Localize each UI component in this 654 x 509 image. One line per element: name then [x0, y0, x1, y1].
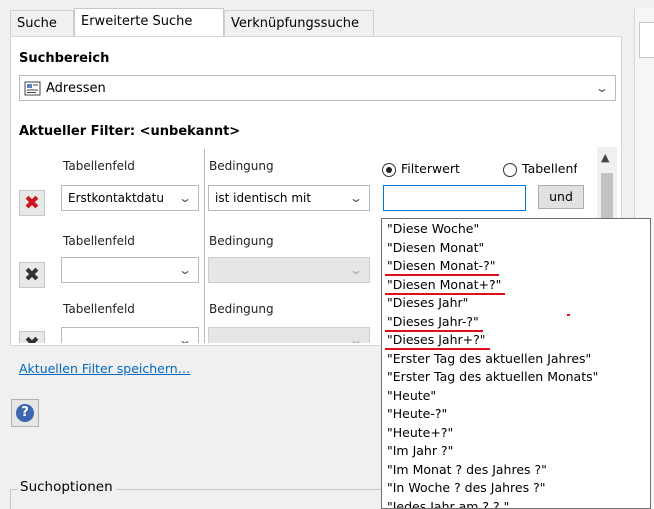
row3-delete-button[interactable]: ✖ [19, 331, 45, 343]
filterwert-label: Filterwert [401, 161, 460, 176]
row1-field-value: Erstkontaktdatu [68, 191, 164, 205]
row2-condition-select: ⌄ [208, 257, 370, 283]
suchbereich-select[interactable]: Adressen ⌄ [19, 75, 616, 101]
filter-value-dropdown[interactable]: "Diese Woche" "Diesen Monat" "Diesen Monat… [381, 218, 651, 509]
tab-label: Verknüpfungssuche [231, 16, 359, 31]
tab-label: Suche [17, 16, 57, 31]
row1-condition-value: ist identisch mit [215, 191, 312, 205]
chevron-down-icon: ⌄ [348, 333, 364, 343]
right-panel-box [639, 22, 654, 58]
row2-condition-label: Bedingung [209, 234, 274, 248]
dropdown-item[interactable]: "Heute-?" [387, 406, 447, 421]
row3-condition-label: Bedingung [209, 302, 274, 316]
tab-verknuepfungssuche[interactable]: Verknüpfungssuche [224, 10, 374, 36]
row2-field-select[interactable]: ⌄ [61, 257, 199, 283]
dropdown-item[interactable]: "Heute+?" [387, 425, 453, 440]
close-x-icon: ✖ [24, 333, 40, 343]
dropdown-item[interactable]: "Dieses Jahr-?" [387, 314, 479, 329]
row2-field-label: Tabellenfeld [63, 234, 135, 248]
scrollbar-thumb[interactable] [601, 173, 613, 219]
tabellenfeld-label: Tabellenfe [522, 161, 577, 176]
dropdown-item[interactable]: "Diesen Monat" [387, 240, 484, 255]
row3-field-label: Tabellenfeld [63, 302, 135, 316]
dropdown-item[interactable]: "Diesen Monat-?" [387, 258, 495, 273]
filterwert-radio[interactable] [382, 163, 396, 177]
row1-field-label: Tabellenfeld [63, 159, 135, 173]
und-button[interactable]: und [538, 185, 584, 209]
row1-condition-label: Bedingung [209, 159, 274, 173]
row3-field-select[interactable]: ⌄ [61, 327, 199, 343]
help-button[interactable]: ? [11, 399, 39, 427]
chevron-down-icon: ⌄ [177, 333, 193, 343]
chevron-down-icon: ⌄ [348, 263, 364, 277]
column-divider [204, 149, 205, 343]
und-button-label: und [549, 189, 573, 204]
row1-field-select[interactable]: Erstkontaktdatu ⌄ [61, 185, 199, 211]
help-icon: ? [16, 404, 34, 422]
dropdown-item[interactable]: "Erster Tag des aktuellen Monats" [387, 369, 598, 384]
annotation-dot [567, 314, 570, 316]
suchbereich-label: Suchbereich [19, 51, 110, 66]
suchoptionen-label: Suchoptionen [17, 479, 116, 495]
dropdown-item[interactable]: "Jedes Jahr am ?.?." [387, 499, 509, 509]
dropdown-item[interactable]: "Dieses Jahr+?" [387, 332, 486, 347]
help-glyph: ? [21, 405, 29, 420]
tab-suche[interactable]: Suche [10, 10, 74, 36]
close-x-icon: ✖ [24, 264, 40, 286]
tab-erweiterte-suche[interactable]: Erweiterte Suche [74, 8, 224, 37]
address-book-icon [24, 81, 41, 96]
dropdown-item[interactable]: "In Woche ? des Jahres ?" [387, 480, 545, 495]
chevron-down-icon: ⌄ [348, 191, 364, 205]
suchbereich-value: Adressen [46, 81, 106, 96]
row2-delete-button[interactable]: ✖ [19, 262, 45, 288]
dropdown-item[interactable]: "Erster Tag des aktuellen Jahres" [387, 351, 591, 366]
filter-value-input[interactable] [383, 185, 526, 211]
dropdown-item[interactable]: "Diesen Monat+?" [387, 277, 501, 292]
save-filter-link[interactable]: Aktuellen Filter speichern… [19, 361, 190, 376]
dropdown-item[interactable]: "Heute" [387, 388, 436, 403]
row1-delete-button[interactable]: ✖ [19, 190, 45, 216]
close-x-icon: ✖ [24, 192, 40, 214]
dropdown-item[interactable]: "Diese Woche" [387, 221, 479, 236]
tabellenfeld-radio[interactable] [503, 163, 517, 177]
filter-title: Aktueller Filter: <unbekannt> [19, 124, 241, 139]
chevron-down-icon: ⌄ [177, 263, 193, 277]
tab-label: Erweiterte Suche [81, 14, 193, 29]
dropdown-item[interactable]: "Dieses Jahr" [387, 295, 468, 310]
scroll-up-icon[interactable]: ▲ [601, 151, 609, 164]
row3-condition-select: ⌄ [208, 327, 370, 343]
chevron-down-icon: ⌄ [177, 191, 193, 205]
dropdown-item[interactable]: "Im Monat ? des Jahres ?" [387, 462, 547, 477]
chevron-down-icon: ⌄ [594, 81, 610, 95]
dropdown-item[interactable]: "Im Jahr ?" [387, 443, 453, 458]
row1-condition-select[interactable]: ist identisch mit ⌄ [208, 185, 370, 211]
